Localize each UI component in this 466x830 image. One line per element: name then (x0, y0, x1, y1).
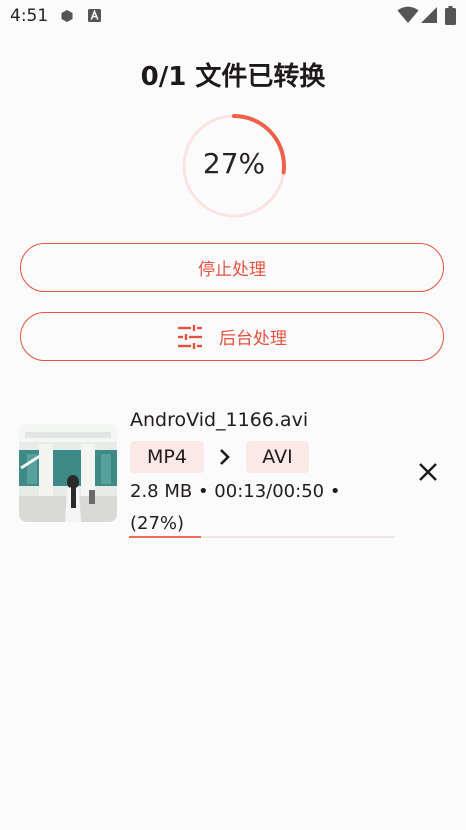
status-time: 4:51 (10, 6, 49, 26)
file-list-item[interactable]: AndroVid_1166.avi MP4 AVI 2.8 MB • 00:13… (0, 400, 466, 550)
tune-icon (178, 324, 202, 349)
page-title: 0/1 文件已转换 (140, 62, 326, 92)
shield-icon (61, 10, 73, 22)
video-thumbnail (19, 424, 117, 522)
chevron-right-icon (220, 449, 230, 465)
file-progress-fill (129, 536, 201, 538)
source-format-chip: MP4 (130, 441, 204, 473)
battery-icon (445, 6, 456, 25)
stop-processing-label: 停止处理 (198, 260, 266, 280)
close-icon (419, 463, 437, 481)
background-processing-label: 后台处理 (219, 329, 287, 349)
file-progress-bar (129, 536, 395, 538)
font-icon (88, 9, 101, 22)
background-processing-button[interactable]: 后台处理 (20, 312, 444, 361)
file-meta: 2.8 MB • 00:13/00:50 • (27%) (130, 481, 341, 534)
source-format-label: MP4 (147, 446, 187, 468)
stop-processing-button[interactable]: 停止处理 (20, 243, 444, 292)
status-bar: 4:51 (0, 0, 466, 32)
wifi-icon (397, 6, 419, 23)
remove-file-button[interactable] (410, 454, 446, 490)
progress-percent: 27% (202, 147, 266, 180)
target-format-chip: AVI (246, 441, 309, 473)
target-format-label: AVI (262, 446, 293, 468)
file-name: AndroVid_1166.avi (130, 409, 309, 431)
signal-icon (421, 7, 437, 23)
